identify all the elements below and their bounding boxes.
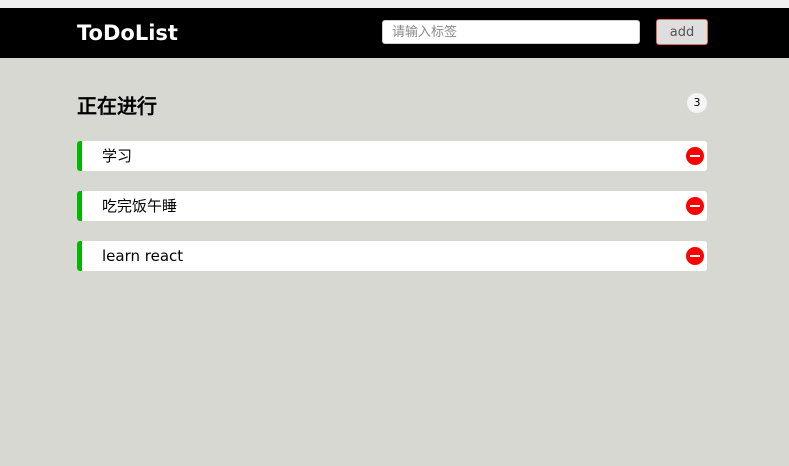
- section-title: 正在进行: [77, 94, 157, 118]
- section-header: 正在进行 3: [77, 88, 707, 124]
- todo-text[interactable]: 吃完饭午睡: [102, 191, 177, 221]
- remove-circle-icon[interactable]: [686, 147, 704, 165]
- app-header: ToDoList add: [0, 8, 789, 58]
- new-task-input[interactable]: [382, 20, 640, 44]
- remove-circle-icon[interactable]: [686, 247, 704, 265]
- todo-item[interactable]: 学习: [77, 141, 707, 171]
- remove-circle-icon[interactable]: [686, 197, 704, 215]
- todo-list: 学习 吃完饭午睡 learn react: [77, 141, 707, 271]
- add-button[interactable]: add: [656, 19, 708, 45]
- todo-text[interactable]: learn react: [102, 241, 183, 271]
- app-title: ToDoList: [77, 21, 178, 45]
- todo-item[interactable]: learn react: [77, 241, 707, 271]
- in-progress-section: 正在进行 3 学习 吃完饭午睡 learn react: [77, 88, 707, 291]
- todo-item[interactable]: 吃完饭午睡: [77, 191, 707, 221]
- todo-text[interactable]: 学习: [102, 141, 132, 171]
- browser-top-strip: [0, 0, 789, 8]
- count-badge: 3: [687, 93, 707, 113]
